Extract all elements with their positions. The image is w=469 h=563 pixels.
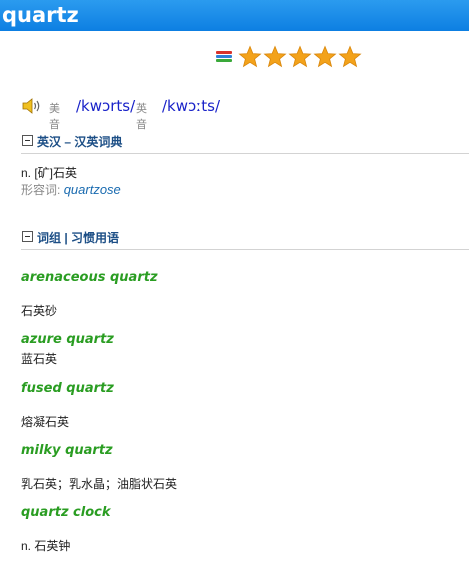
phrase-meaning: 石英砂 bbox=[21, 304, 58, 318]
collapse-icon[interactable] bbox=[22, 231, 33, 242]
us-label: 美音 bbox=[49, 103, 60, 131]
uk-ipa[interactable]: /kwɔːts/ bbox=[162, 97, 220, 115]
frequency-bars-icon bbox=[216, 51, 232, 67]
star-icon bbox=[288, 45, 312, 68]
phrase-meaning: 蓝石英 bbox=[21, 352, 58, 366]
adjective-label: 形容词: bbox=[21, 183, 61, 197]
star-icon bbox=[263, 45, 287, 68]
headword: quartz bbox=[2, 3, 79, 27]
title-bar: quartz bbox=[0, 0, 469, 31]
section-phrases: 词组 | 习惯用语 bbox=[21, 229, 469, 250]
section-phrases-title: 词组 | 习惯用语 bbox=[37, 231, 120, 245]
phrase-term[interactable]: milky quartz bbox=[21, 443, 113, 458]
phrase-meaning: 熔凝石英 bbox=[21, 415, 70, 429]
star-icon bbox=[313, 45, 337, 68]
adjective-link[interactable]: quartzose bbox=[64, 182, 121, 197]
us-ipa[interactable]: /kwɔrts/ bbox=[76, 97, 135, 115]
phrase-meaning: 乳石英；乳水晶；油脂状石英 bbox=[21, 477, 178, 491]
section-dict-title: 英汉 – 汉英词典 bbox=[37, 135, 123, 149]
collapse-icon[interactable] bbox=[22, 135, 33, 146]
uk-label: 英音 bbox=[136, 103, 147, 131]
star-icon bbox=[238, 45, 262, 68]
phrase-term[interactable]: azure quartz bbox=[21, 332, 114, 347]
phrase-meaning: n. 石英钟 bbox=[21, 539, 71, 553]
star-icon bbox=[338, 45, 362, 68]
phrase-term[interactable]: fused quartz bbox=[21, 381, 114, 396]
phrase-term[interactable]: arenaceous quartz bbox=[21, 270, 158, 285]
definition-line: n. [矿]石英 bbox=[21, 166, 78, 180]
phrase-term[interactable]: quartz clock bbox=[21, 505, 111, 520]
section-dict: 英汉 – 汉英词典 bbox=[21, 133, 469, 154]
speaker-icon[interactable] bbox=[22, 98, 42, 114]
adjective-row: 形容词: quartzose bbox=[21, 181, 121, 198]
